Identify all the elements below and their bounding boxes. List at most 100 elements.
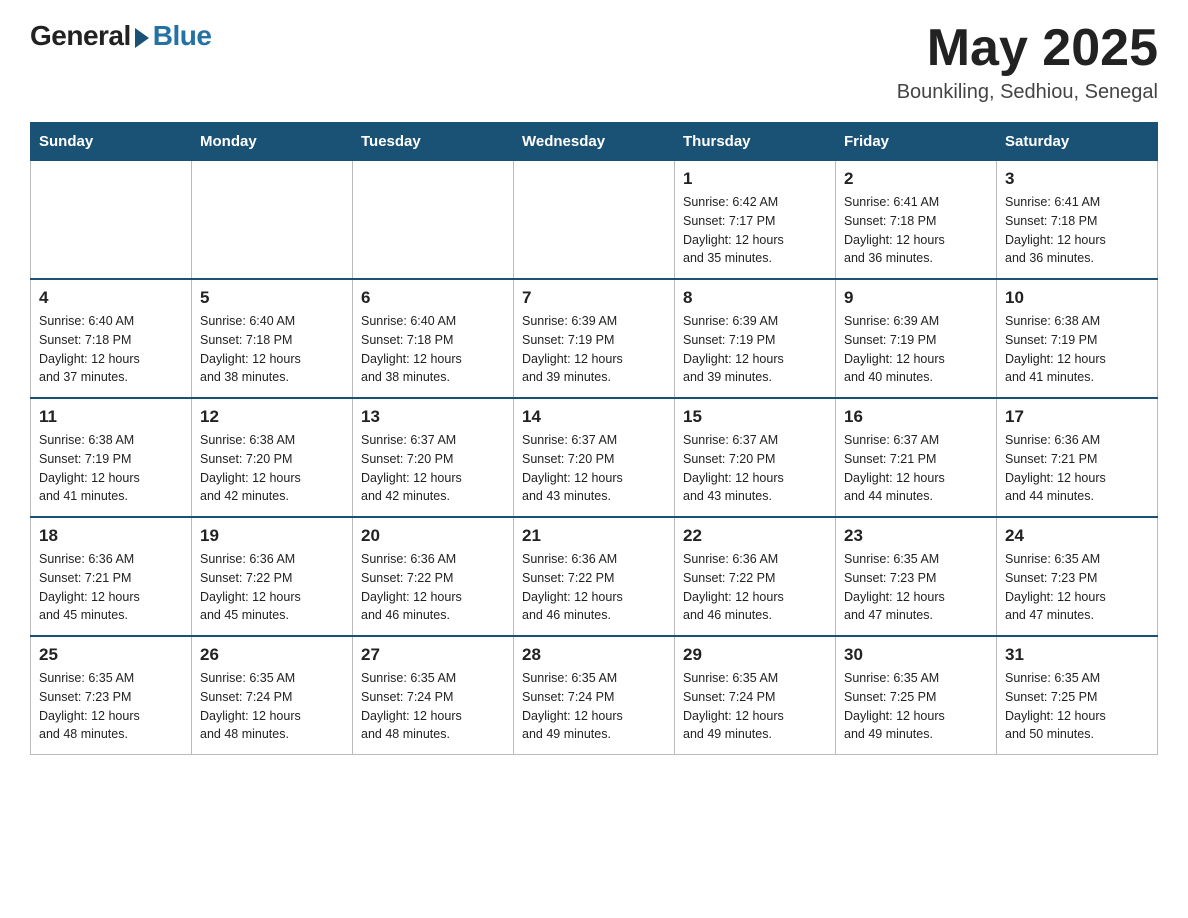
logo: General Blue <box>30 20 211 52</box>
calendar-cell: 2 Sunrise: 6:41 AMSunset: 7:18 PMDaylight… <box>836 161 997 280</box>
day-info: Sunrise: 6:35 AMSunset: 7:23 PMDaylight:… <box>844 550 988 625</box>
calendar-week-row: 1 Sunrise: 6:42 AMSunset: 7:17 PMDaylight… <box>31 161 1158 280</box>
calendar-cell: 8 Sunrise: 6:39 AMSunset: 7:19 PMDaylight… <box>675 279 836 398</box>
day-number: 2 <box>844 169 988 189</box>
day-info: Sunrise: 6:36 AMSunset: 7:21 PMDaylight:… <box>1005 431 1149 506</box>
day-info: Sunrise: 6:37 AMSunset: 7:21 PMDaylight:… <box>844 431 988 506</box>
day-number: 16 <box>844 407 988 427</box>
day-number: 18 <box>39 526 183 546</box>
day-number: 26 <box>200 645 344 665</box>
day-number: 5 <box>200 288 344 308</box>
day-number: 25 <box>39 645 183 665</box>
calendar-week-row: 11 Sunrise: 6:38 AMSunset: 7:19 PMDayligh… <box>31 398 1158 517</box>
day-info: Sunrise: 6:37 AMSunset: 7:20 PMDaylight:… <box>522 431 666 506</box>
day-number: 8 <box>683 288 827 308</box>
day-info: Sunrise: 6:38 AMSunset: 7:19 PMDaylight:… <box>1005 312 1149 387</box>
calendar-cell: 9Sunrise: 6:39 AMSunset: 7:19 PMDaylight… <box>836 279 997 398</box>
logo-blue-text: Blue <box>153 20 212 52</box>
day-info: Sunrise: 6:36 AMSunset: 7:22 PMDaylight:… <box>683 550 827 625</box>
title-area: May 2025 Bounkiling, Sedhiou, Senegal <box>897 20 1158 104</box>
calendar-cell: 26 Sunrise: 6:35 AMSunset: 7:24 PMDayligh… <box>192 636 353 755</box>
day-number: 6 <box>361 288 505 308</box>
calendar-cell: 20Sunrise: 6:36 AMSunset: 7:22 PMDayligh… <box>353 517 514 636</box>
day-number: 28 <box>522 645 666 665</box>
calendar-location: Bounkiling, Sedhiou, Senegal <box>897 81 1158 104</box>
day-number: 29 <box>683 645 827 665</box>
day-number: 24 <box>1005 526 1149 546</box>
day-info: Sunrise: 6:37 AMSunset: 7:20 PMDaylight:… <box>683 431 827 506</box>
day-info: Sunrise: 6:41 AMSunset: 7:18 PMDaylight:… <box>844 193 988 268</box>
calendar-cell: 16 Sunrise: 6:37 AMSunset: 7:21 PMDayligh… <box>836 398 997 517</box>
day-number: 22 <box>683 526 827 546</box>
col-tuesday: Tuesday <box>353 123 514 161</box>
col-friday: Friday <box>836 123 997 161</box>
day-number: 31 <box>1005 645 1149 665</box>
day-info: Sunrise: 6:41 AMSunset: 7:18 PMDaylight:… <box>1005 193 1149 268</box>
calendar-table: Sunday Monday Tuesday Wednesday Thursday… <box>30 122 1158 755</box>
page-header: General Blue May 2025 Bounkiling, Sedhio… <box>30 20 1158 104</box>
calendar-cell: 31 Sunrise: 6:35 AMSunset: 7:25 PMDayligh… <box>997 636 1158 755</box>
day-info: Sunrise: 6:40 AMSunset: 7:18 PMDaylight:… <box>39 312 183 387</box>
day-info: Sunrise: 6:38 AMSunset: 7:19 PMDaylight:… <box>39 431 183 506</box>
calendar-cell: 5 Sunrise: 6:40 AMSunset: 7:18 PMDaylight… <box>192 279 353 398</box>
calendar-cell <box>353 161 514 280</box>
calendar-cell: 18Sunrise: 6:36 AMSunset: 7:21 PMDayligh… <box>31 517 192 636</box>
day-info: Sunrise: 6:36 AMSunset: 7:22 PMDaylight:… <box>522 550 666 625</box>
day-info: Sunrise: 6:37 AMSunset: 7:20 PMDaylight:… <box>361 431 505 506</box>
day-number: 7 <box>522 288 666 308</box>
calendar-cell: 22 Sunrise: 6:36 AMSunset: 7:22 PMDayligh… <box>675 517 836 636</box>
day-number: 3 <box>1005 169 1149 189</box>
calendar-cell: 7 Sunrise: 6:39 AMSunset: 7:19 PMDaylight… <box>514 279 675 398</box>
calendar-cell: 24Sunrise: 6:35 AMSunset: 7:23 PMDayligh… <box>997 517 1158 636</box>
calendar-week-row: 18Sunrise: 6:36 AMSunset: 7:21 PMDayligh… <box>31 517 1158 636</box>
col-saturday: Saturday <box>997 123 1158 161</box>
day-info: Sunrise: 6:35 AMSunset: 7:24 PMDaylight:… <box>200 669 344 744</box>
day-number: 11 <box>39 407 183 427</box>
day-info: Sunrise: 6:40 AMSunset: 7:18 PMDaylight:… <box>361 312 505 387</box>
day-info: Sunrise: 6:39 AMSunset: 7:19 PMDaylight:… <box>522 312 666 387</box>
calendar-cell: 10 Sunrise: 6:38 AMSunset: 7:19 PMDayligh… <box>997 279 1158 398</box>
day-number: 9 <box>844 288 988 308</box>
day-number: 10 <box>1005 288 1149 308</box>
calendar-cell: 3 Sunrise: 6:41 AMSunset: 7:18 PMDaylight… <box>997 161 1158 280</box>
calendar-cell: 23 Sunrise: 6:35 AMSunset: 7:23 PMDayligh… <box>836 517 997 636</box>
calendar-cell: 11 Sunrise: 6:38 AMSunset: 7:19 PMDayligh… <box>31 398 192 517</box>
calendar-cell: 28Sunrise: 6:35 AMSunset: 7:24 PMDayligh… <box>514 636 675 755</box>
calendar-header-row: Sunday Monday Tuesday Wednesday Thursday… <box>31 123 1158 161</box>
calendar-cell: 29Sunrise: 6:35 AMSunset: 7:24 PMDayligh… <box>675 636 836 755</box>
day-number: 14 <box>522 407 666 427</box>
day-number: 17 <box>1005 407 1149 427</box>
calendar-week-row: 25Sunrise: 6:35 AMSunset: 7:23 PMDayligh… <box>31 636 1158 755</box>
calendar-cell: 27 Sunrise: 6:35 AMSunset: 7:24 PMDayligh… <box>353 636 514 755</box>
calendar-cell: 19 Sunrise: 6:36 AMSunset: 7:22 PMDayligh… <box>192 517 353 636</box>
calendar-cell: 30Sunrise: 6:35 AMSunset: 7:25 PMDayligh… <box>836 636 997 755</box>
calendar-cell: 12Sunrise: 6:38 AMSunset: 7:20 PMDayligh… <box>192 398 353 517</box>
day-info: Sunrise: 6:39 AMSunset: 7:19 PMDaylight:… <box>683 312 827 387</box>
calendar-cell: 6 Sunrise: 6:40 AMSunset: 7:18 PMDaylight… <box>353 279 514 398</box>
day-info: Sunrise: 6:35 AMSunset: 7:25 PMDaylight:… <box>1005 669 1149 744</box>
calendar-cell: 25Sunrise: 6:35 AMSunset: 7:23 PMDayligh… <box>31 636 192 755</box>
day-info: Sunrise: 6:42 AMSunset: 7:17 PMDaylight:… <box>683 193 827 268</box>
day-number: 30 <box>844 645 988 665</box>
logo-arrow-icon <box>135 28 149 48</box>
col-thursday: Thursday <box>675 123 836 161</box>
day-number: 27 <box>361 645 505 665</box>
day-number: 21 <box>522 526 666 546</box>
calendar-cell <box>192 161 353 280</box>
day-number: 20 <box>361 526 505 546</box>
day-info: Sunrise: 6:35 AMSunset: 7:24 PMDaylight:… <box>361 669 505 744</box>
col-wednesday: Wednesday <box>514 123 675 161</box>
day-number: 12 <box>200 407 344 427</box>
day-info: Sunrise: 6:40 AMSunset: 7:18 PMDaylight:… <box>200 312 344 387</box>
day-number: 19 <box>200 526 344 546</box>
day-number: 1 <box>683 169 827 189</box>
day-number: 23 <box>844 526 988 546</box>
day-number: 4 <box>39 288 183 308</box>
calendar-cell: 4 Sunrise: 6:40 AMSunset: 7:18 PMDaylight… <box>31 279 192 398</box>
day-info: Sunrise: 6:36 AMSunset: 7:22 PMDaylight:… <box>200 550 344 625</box>
calendar-cell: 13Sunrise: 6:37 AMSunset: 7:20 PMDayligh… <box>353 398 514 517</box>
calendar-title: May 2025 <box>897 20 1158 77</box>
calendar-cell: 21 Sunrise: 6:36 AMSunset: 7:22 PMDayligh… <box>514 517 675 636</box>
calendar-cell: 15Sunrise: 6:37 AMSunset: 7:20 PMDayligh… <box>675 398 836 517</box>
calendar-cell <box>31 161 192 280</box>
